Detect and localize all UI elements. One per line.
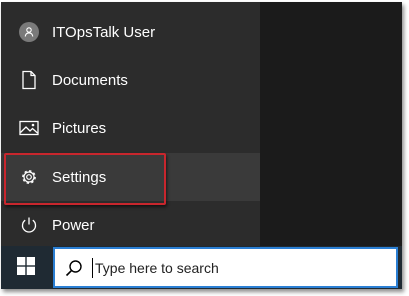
menu-item-documents-label: Documents (52, 71, 128, 89)
start-menu: ITOpsTalk User Documents Pictures Settin… (1, 2, 260, 246)
windows-logo-icon (17, 256, 35, 280)
taskbar: Type here to search (1, 246, 402, 289)
user-avatar-icon (19, 22, 39, 42)
document-icon (19, 70, 39, 90)
search-input[interactable]: Type here to search (95, 260, 219, 276)
user-account-label: ITOpsTalk User (52, 23, 156, 41)
menu-item-settings[interactable]: Settings (1, 153, 260, 201)
menu-item-power-label: Power (52, 216, 95, 234)
screen-frame: ITOpsTalk User Documents Pictures Settin… (1, 2, 402, 289)
menu-item-pictures-label: Pictures (52, 119, 107, 137)
user-account-item[interactable]: ITOpsTalk User (1, 8, 260, 56)
text-cursor (92, 258, 93, 278)
search-box[interactable]: Type here to search (53, 247, 398, 288)
search-icon (65, 259, 83, 277)
menu-item-pictures[interactable]: Pictures (1, 104, 260, 152)
menu-item-power[interactable]: Power (1, 201, 260, 249)
menu-item-settings-label: Settings (52, 168, 107, 186)
menu-item-documents[interactable]: Documents (1, 56, 260, 104)
start-button[interactable] (5, 248, 47, 288)
gear-icon (19, 167, 39, 187)
power-icon (19, 215, 39, 235)
pictures-icon (19, 118, 39, 138)
